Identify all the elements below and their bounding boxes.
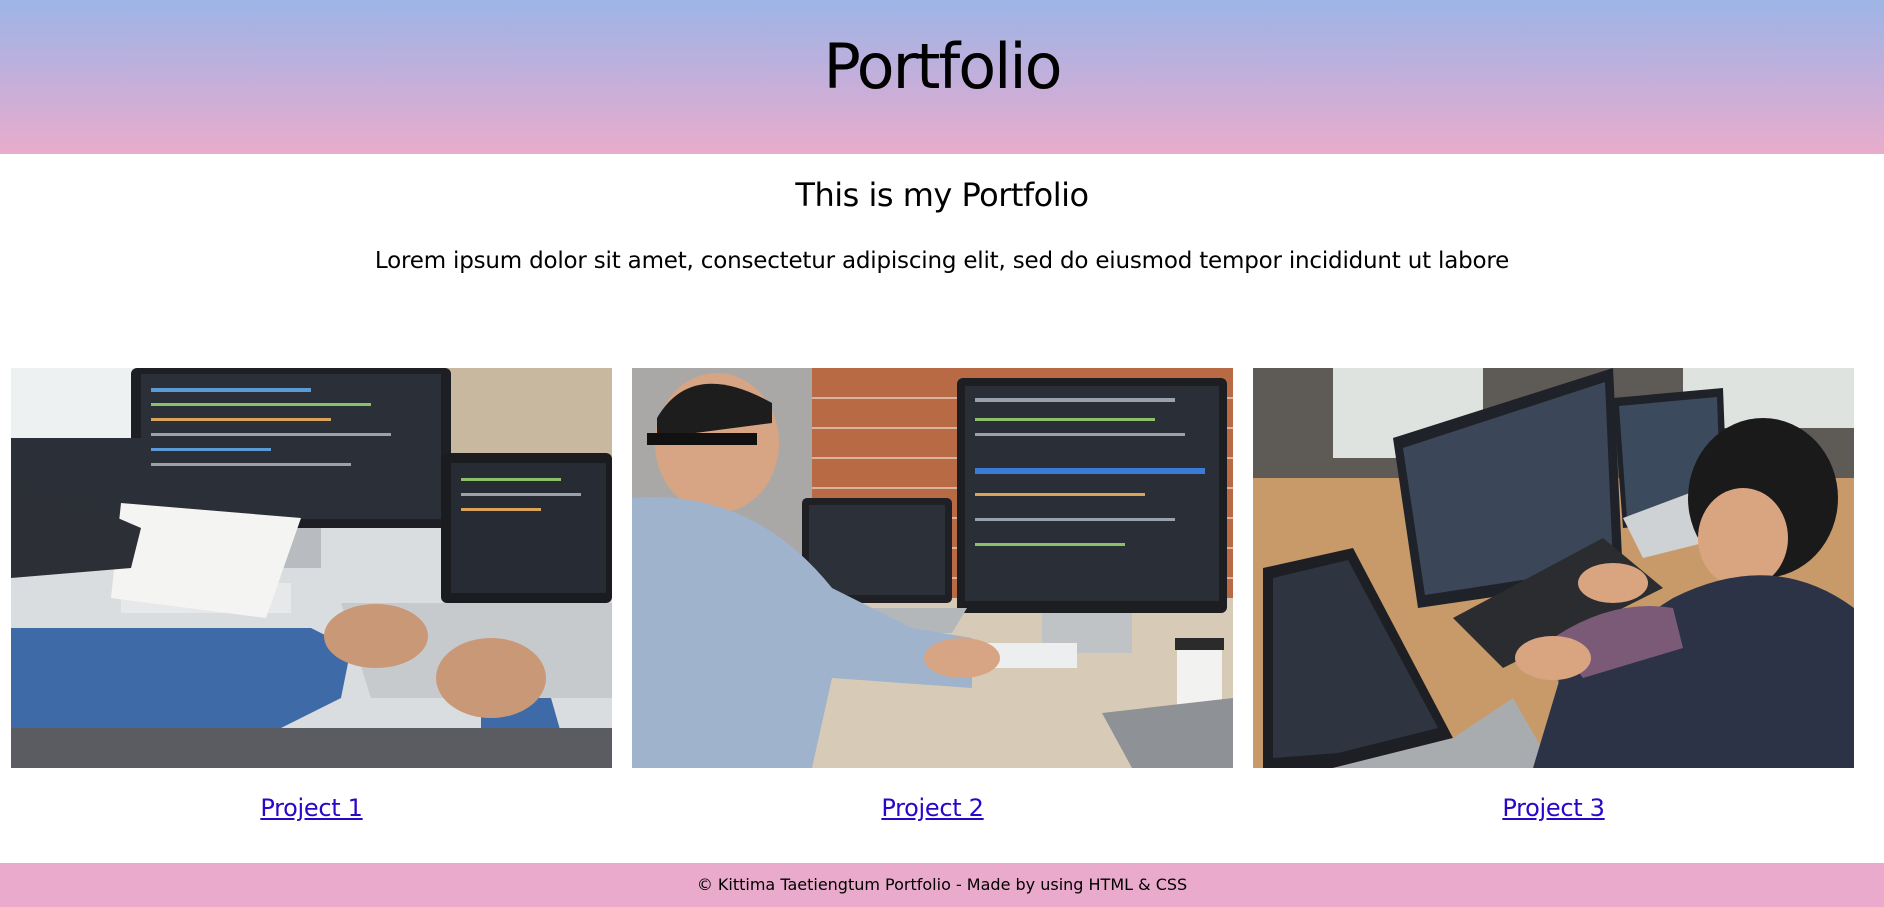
page-title: Portfolio [823,30,1062,103]
project-card-2: Project 2 [632,368,1233,822]
footer-text: © Kittima Taetiengtum Portfolio - Made b… [696,875,1188,894]
project-card-1: Project 1 [11,368,612,822]
page-header: Portfolio [0,0,1884,154]
project-card-3: Project 3 [1253,368,1854,822]
project-2-image [632,368,1233,768]
project-1-link[interactable]: Project 1 [11,794,612,822]
project-1-image [11,368,612,768]
intro-paragraph: Lorem ipsum dolor sit amet, consectetur … [374,248,1510,274]
project-3-image [1253,368,1854,768]
intro-heading: This is my Portfolio [795,176,1089,214]
page-footer: © Kittima Taetiengtum Portfolio - Made b… [0,863,1884,907]
project-3-link[interactable]: Project 3 [1253,794,1854,822]
project-2-link[interactable]: Project 2 [632,794,1233,822]
